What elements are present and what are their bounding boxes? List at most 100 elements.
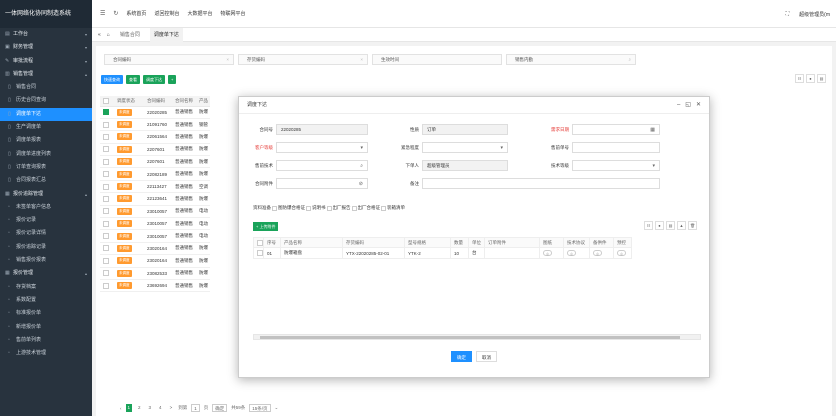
row-checkbox[interactable] [257, 250, 263, 256]
note-field[interactable] [422, 178, 660, 189]
table-row[interactable]: 未调度 23082533 普通销售 防爆 [100, 267, 210, 280]
upload-attachment-button[interactable]: + 上传附件 [253, 222, 279, 231]
nature-field[interactable]: 订单 [422, 124, 508, 135]
columns-icon[interactable]: ☷ [795, 74, 804, 83]
page-1[interactable]: 1 [125, 404, 133, 412]
precontrol-toggle[interactable]: ◎ [617, 250, 627, 256]
table-row[interactable]: 未调度 23010057 普通销售 电动 [100, 229, 210, 243]
table-row[interactable]: 未调度 23010057 普通销售 电动 [100, 217, 210, 231]
contract-no-field[interactable]: 22020285 [276, 124, 368, 135]
confirm-button[interactable]: 确定 [451, 351, 472, 362]
row-checkbox[interactable] [103, 121, 109, 128]
home-tab-icon[interactable]: ⌂ [107, 32, 110, 38]
sidebar-item[interactable]: ▯ 调度单下达 [0, 107, 92, 122]
row-checkbox[interactable] [103, 158, 109, 165]
row-checkbox[interactable] [103, 257, 109, 264]
columns-icon[interactable]: ☷ [644, 221, 653, 230]
sub-col-order-attach[interactable]: 订单附件 [484, 237, 540, 248]
sub-col-name[interactable]: 产品名称 [280, 237, 343, 248]
sidebar-item[interactable]: ▤ 工作台 ▾ [0, 28, 92, 41]
sidebar-item[interactable]: ▣ 财务管理 ▾ [0, 41, 92, 54]
topbar-console[interactable]: 返回控制台 [154, 10, 179, 17]
sub-col-no[interactable]: 序号 [263, 237, 281, 248]
sidebar-item[interactable]: ▫ 系数配置 [0, 294, 92, 307]
minimize-icon[interactable]: – [677, 97, 680, 114]
sub-col-code[interactable]: 存货编码 [342, 237, 405, 248]
goto-input[interactable]: 1 [191, 404, 200, 412]
cancel-button[interactable]: 取消 [476, 351, 497, 362]
view-button[interactable]: 查看 [126, 74, 140, 84]
check-packing-list[interactable] [381, 205, 386, 211]
table-row[interactable]: 01 防爆箱盘 YTX-22020285-02-01 YTK-2 10 台 ◎ … [253, 247, 632, 259]
goto-confirm-button[interactable]: 确定 [212, 404, 228, 412]
table-row[interactable]: 未调度 23020164 普通销售 防爆 [100, 242, 210, 256]
row-checkbox[interactable] [103, 146, 109, 153]
check-factory-cert[interactable] [351, 205, 357, 211]
tech-level-select[interactable]: ▾ [572, 160, 660, 171]
sidebar-item[interactable]: ▫ 存货档案 [0, 281, 92, 294]
export-icon[interactable]: ● [655, 221, 664, 230]
sub-col-spec[interactable]: 型号规格 [404, 237, 451, 248]
sidebar-item[interactable]: ▯ 调度单进度列表 [0, 148, 92, 161]
create-time-filter[interactable]: 生效时间 [372, 53, 502, 65]
sub-col-drawing[interactable]: 图纸 [539, 237, 564, 248]
due-date-field[interactable]: ▦ [572, 124, 660, 135]
row-checkbox[interactable] [103, 171, 109, 178]
refresh-icon[interactable]: ↻ [113, 10, 118, 17]
contract-no-filter[interactable]: 合同编码 × [104, 53, 234, 65]
sidebar-item[interactable]: ▯ 调度单报表 [0, 134, 92, 147]
sidebar-item[interactable]: ▫ 上游技术管理 [0, 347, 92, 360]
sidebar-item[interactable]: ▫ 新增报价单 [0, 321, 92, 334]
sidebar-item[interactable]: ▥ 销售管理 ▴ [0, 68, 92, 81]
table-row[interactable]: 未调度 22082189 普通销售 防爆 [100, 167, 210, 181]
tab-dispatch[interactable]: 调度单下达 [149, 27, 183, 42]
customer-level-select[interactable]: ▾ [276, 142, 368, 153]
sub-col-check[interactable] [253, 237, 264, 248]
attachment-field[interactable]: ⊘ [276, 178, 368, 189]
table-row[interactable]: 未调度 22113427 普通销售 空调 [100, 180, 210, 194]
row-checkbox[interactable] [103, 109, 109, 116]
sidebar-item[interactable]: ▯ 订单查询报表 [0, 161, 92, 174]
stock-code-filter[interactable]: 存货编码 × [238, 53, 368, 65]
sidebar-item[interactable]: ▫ 报价记录详情 [0, 227, 92, 240]
sidebar-item[interactable]: ▫ 未签单客户信息 [0, 201, 92, 214]
menu-toggle-icon[interactable]: ☰ [100, 10, 105, 17]
urgency-select[interactable]: ▾ [422, 142, 508, 153]
page-2[interactable]: 2 [136, 404, 143, 412]
tab-sales-contract[interactable]: 销售合同 [116, 31, 144, 38]
sidebar-item[interactable]: ▯ 生产调度单 [0, 121, 92, 134]
row-checkbox[interactable] [103, 270, 109, 277]
row-checkbox[interactable] [103, 183, 109, 190]
maximize-icon[interactable]: ◱ [685, 97, 691, 114]
prev-page-icon[interactable]: ‹ [120, 406, 122, 411]
page-size-select[interactable]: 15条/页 [249, 404, 271, 412]
sub-col-precontrol[interactable]: 预控 [613, 237, 632, 248]
sidebar-item[interactable]: ✎ 审批流程 ▾ [0, 55, 92, 68]
sub-col-tech-agreement[interactable]: 技术协议 [563, 237, 590, 248]
row-checkbox[interactable] [103, 208, 109, 215]
table-row[interactable]: 未调度 2207601 普通销售 防爆 [100, 155, 210, 169]
sidebar-item[interactable]: ▯ 历史合同查询 [0, 94, 92, 107]
topbar-bigdata[interactable]: 大数据平台 [187, 10, 212, 17]
sub-col-spare[interactable]: 备供件 [589, 237, 614, 248]
sidebar-item[interactable]: ▫ 售前单列表 [0, 334, 92, 347]
row-checkbox[interactable] [103, 233, 109, 240]
presale-tech-field[interactable]: ⌕ [276, 160, 368, 171]
sidebar-item[interactable]: ▦ 报价管理 ▴ [0, 267, 92, 280]
sub-col-qty[interactable]: 数量 [450, 237, 469, 248]
dispatch-button[interactable]: 调度下达 [143, 74, 165, 84]
table-row[interactable]: 未调度 23010057 普通销售 电动 [100, 205, 210, 219]
presale-no-field[interactable] [572, 142, 660, 153]
quick-search-button[interactable]: 快速查询 [101, 74, 123, 84]
check-explosion-cert[interactable] [272, 205, 277, 211]
sidebar-item[interactable]: ▫ 销售报价报表 [0, 254, 92, 267]
col-code[interactable]: 合同编码 [144, 96, 172, 107]
close-icon[interactable]: ✕ [696, 97, 701, 114]
page-size-chevron-icon[interactable]: ⌄ [275, 405, 279, 411]
check-factory-report[interactable] [326, 205, 332, 211]
page-3[interactable]: 3 [147, 404, 154, 412]
sidebar-item[interactable]: ▦ 报价追踪管理 ▴ [0, 188, 92, 201]
sub-col-unit[interactable]: 单位 [468, 237, 485, 248]
col-product[interactable]: 产品 [196, 96, 210, 107]
col-status[interactable]: 调度状态 [114, 96, 144, 107]
